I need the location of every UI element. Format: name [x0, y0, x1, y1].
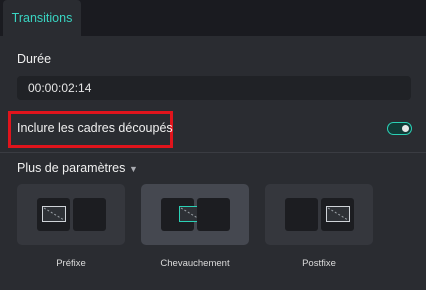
mode-prefix-option[interactable] [17, 184, 125, 245]
tab-transitions-label: Transitions [11, 11, 73, 25]
mode-postfix-option[interactable] [265, 184, 373, 245]
more-params-label[interactable]: Plus de paramètres [17, 161, 125, 175]
clip-b-thumb [321, 198, 354, 231]
clip-b-thumb [197, 198, 230, 231]
transition-settings-panel: Durée 00:00:02:14 Inclure les cadres déc… [0, 36, 426, 290]
clip-a-thumb [37, 198, 70, 231]
mode-postfix-label: Postfixe [302, 258, 336, 269]
clip-a-thumb [161, 198, 203, 231]
duration-label: Durée [17, 52, 52, 66]
mode-overlap-option[interactable] [141, 184, 249, 245]
clip-b-thumb [73, 198, 106, 231]
include-cropped-frames-toggle[interactable] [387, 122, 412, 135]
section-divider [0, 152, 426, 153]
toggle-knob [402, 125, 409, 132]
duration-timecode-value: 00:00:02:14 [28, 81, 92, 95]
duration-timecode-field[interactable]: 00:00:02:14 [17, 76, 411, 100]
clip-a-thumb [285, 198, 318, 231]
clip-frame-icon [42, 206, 66, 222]
caret-down-icon[interactable]: ▼ [129, 164, 138, 174]
include-cropped-frames-label: Inclure les cadres découpés [17, 121, 173, 135]
mode-prefix-label: Préfixe [56, 258, 86, 269]
clip-frame-icon [326, 206, 350, 222]
tab-transitions[interactable]: Transitions [3, 0, 81, 36]
top-bar: Transitions [0, 0, 426, 36]
mode-overlap-label: Chevauchement [160, 258, 230, 269]
